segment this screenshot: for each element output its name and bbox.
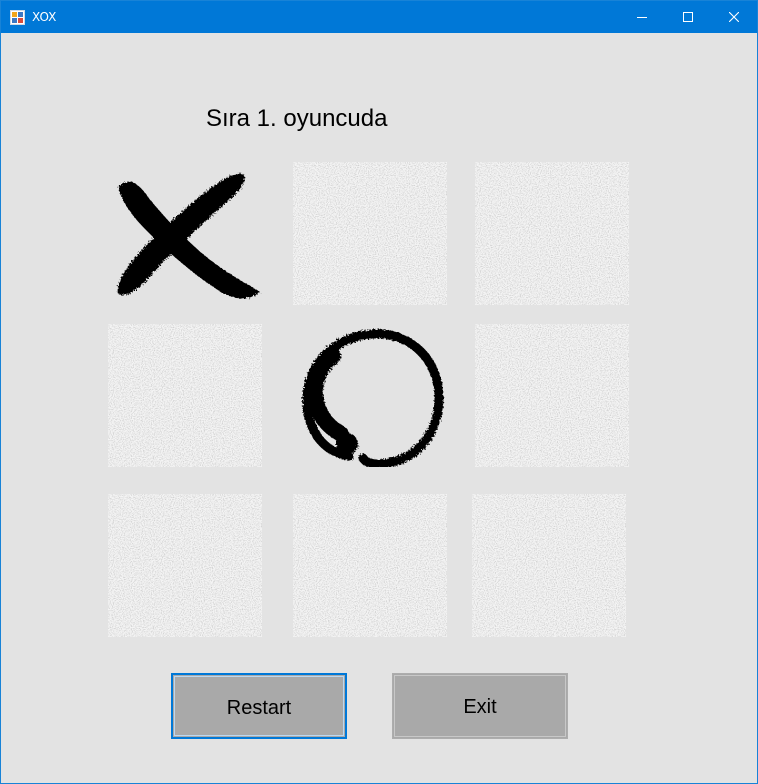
empty-cell-texture xyxy=(293,494,447,637)
close-icon xyxy=(729,12,739,22)
board-cell[interactable] xyxy=(108,324,262,467)
board-cell[interactable] xyxy=(293,494,447,637)
maximize-icon xyxy=(683,12,693,22)
empty-cell-texture xyxy=(475,324,629,467)
app-icon xyxy=(10,10,25,25)
empty-cell-texture xyxy=(293,162,447,305)
empty-cell-texture xyxy=(475,162,629,305)
maximize-button[interactable] xyxy=(665,1,711,33)
minimize-icon xyxy=(637,17,647,18)
board-cell[interactable] xyxy=(475,162,629,305)
x-mark-icon xyxy=(117,173,260,299)
title-bar[interactable]: XOX xyxy=(1,1,757,33)
board-cell[interactable] xyxy=(293,324,447,467)
board-cell[interactable] xyxy=(108,494,262,637)
exit-button[interactable]: Exit xyxy=(392,673,568,739)
empty-cell-texture xyxy=(108,494,262,637)
empty-cell-texture xyxy=(108,324,262,467)
empty-cell-texture xyxy=(472,494,626,637)
o-mark-icon xyxy=(302,329,444,467)
turn-status-label: Sıra 1. oyuncuda xyxy=(206,105,388,132)
board-cell[interactable] xyxy=(293,162,447,305)
window-title: XOX xyxy=(32,10,57,24)
board-cell[interactable] xyxy=(108,162,262,305)
board-cell[interactable] xyxy=(475,324,629,467)
app-window: XOX Sıra 1. oyuncuda Restart Exit xyxy=(0,0,758,784)
board-cell[interactable] xyxy=(472,494,626,637)
minimize-button[interactable] xyxy=(619,1,665,33)
close-button[interactable] xyxy=(711,1,757,33)
restart-button[interactable]: Restart xyxy=(171,673,347,739)
